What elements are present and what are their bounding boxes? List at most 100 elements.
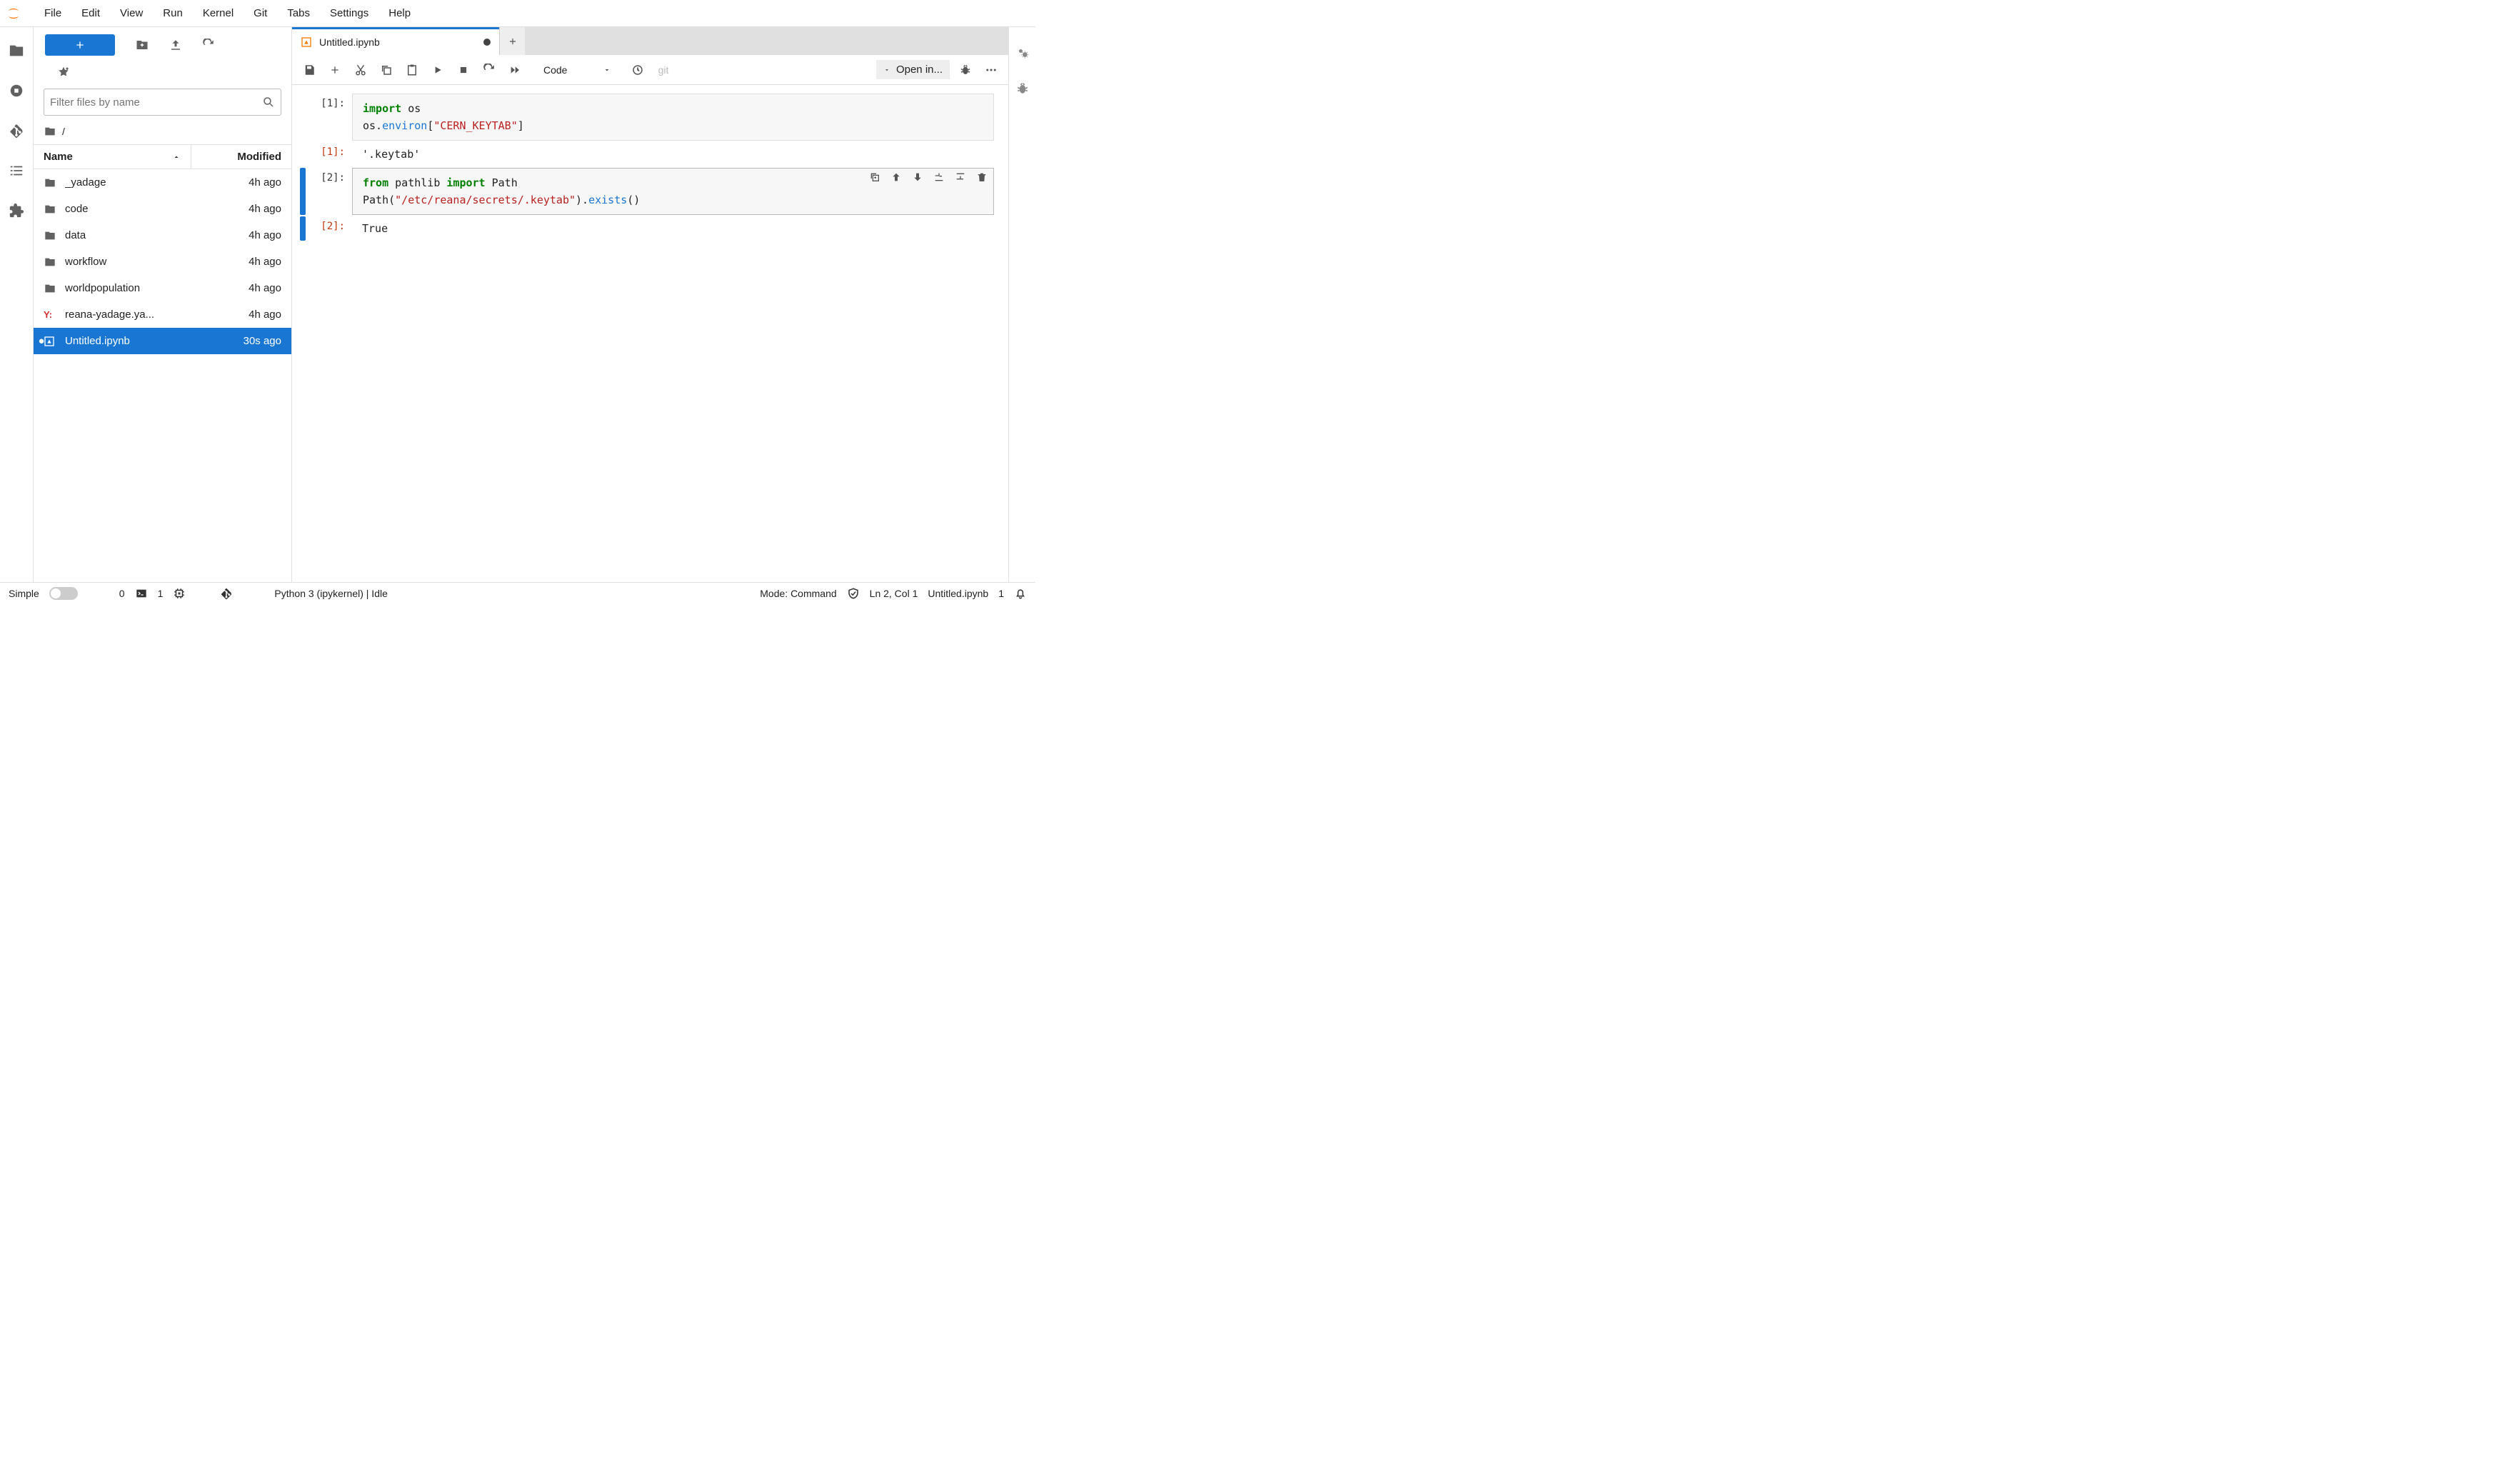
toc-icon[interactable] <box>9 163 24 179</box>
folder-icon[interactable] <box>9 43 24 59</box>
search-icon <box>262 96 275 109</box>
copy-icon[interactable] <box>376 60 396 80</box>
yaml-icon: Y: <box>44 309 58 320</box>
extensions-icon[interactable] <box>9 203 24 219</box>
main-area: Untitled.ipynb Code git <box>292 27 1008 582</box>
add-tab-button[interactable] <box>499 27 525 55</box>
file-row[interactable]: _yadage4h ago <box>34 169 291 196</box>
file-row[interactable]: workflow4h ago <box>34 249 291 275</box>
insert-below-icon[interactable] <box>955 171 966 183</box>
cursor-position: Ln 2, Col 1 <box>870 588 918 599</box>
folder-icon <box>44 230 58 241</box>
debugger-panel-icon[interactable] <box>1015 81 1030 96</box>
git-icon[interactable] <box>9 123 24 139</box>
open-in-button[interactable]: Open in... <box>876 60 950 79</box>
code-snippet-icon[interactable] <box>56 66 71 80</box>
file-name: Untitled.ipynb <box>65 335 196 347</box>
notebook-icon <box>301 36 312 48</box>
restart-run-all-icon[interactable] <box>505 60 525 80</box>
menu-settings[interactable]: Settings <box>320 4 378 22</box>
file-row[interactable]: worldpopulation4h ago <box>34 275 291 301</box>
folder-icon <box>44 177 58 189</box>
file-row[interactable]: data4h ago <box>34 222 291 249</box>
file-name: worldpopulation <box>65 282 196 294</box>
simple-mode-toggle[interactable] <box>49 587 78 600</box>
breadcrumb[interactable]: / <box>34 120 291 145</box>
run-icon[interactable] <box>428 60 448 80</box>
jupyter-logo <box>6 6 21 21</box>
code-cell[interactable]: [1]:import os os.environ["CERN_KEYTAB"] <box>298 94 994 141</box>
code-input[interactable]: import os os.environ["CERN_KEYTAB"] <box>352 94 994 141</box>
git-branch-icon[interactable] <box>220 587 233 600</box>
file-row[interactable]: ●Untitled.ipynb30s ago <box>34 328 291 354</box>
cut-icon[interactable] <box>351 60 371 80</box>
filter-files-input[interactable] <box>44 89 281 116</box>
insert-above-icon[interactable] <box>933 171 945 183</box>
trusted-icon[interactable] <box>847 587 860 600</box>
menu-git[interactable]: Git <box>244 4 277 22</box>
folder-icon <box>44 283 58 294</box>
output-prompt: [1]: <box>308 142 352 166</box>
output-prompt: [2]: <box>308 216 352 241</box>
new-folder-icon[interactable] <box>135 39 149 51</box>
notebook-body[interactable]: [1]:import os os.environ["CERN_KEYTAB"][… <box>292 85 1008 582</box>
kernel-status-icon[interactable] <box>628 60 648 80</box>
new-launcher-button[interactable] <box>45 34 115 56</box>
column-name[interactable]: Name <box>34 145 191 169</box>
menu-view[interactable]: View <box>110 4 153 22</box>
move-up-icon[interactable] <box>890 171 902 183</box>
menu-tabs[interactable]: Tabs <box>277 4 320 22</box>
input-prompt: [2]: <box>308 168 352 215</box>
activity-bar <box>0 27 34 582</box>
refresh-icon[interactable] <box>202 39 215 51</box>
tab-bar: Untitled.ipynb <box>292 27 1008 55</box>
file-modified: 4h ago <box>196 282 281 294</box>
active-doc: Untitled.ipynb <box>928 588 988 599</box>
file-row[interactable]: code4h ago <box>34 196 291 222</box>
file-browser-header: Name Modified <box>34 145 291 169</box>
kernel-status[interactable]: Python 3 (ipykernel) | Idle <box>274 588 388 599</box>
restart-icon[interactable] <box>479 60 499 80</box>
bell-icon[interactable] <box>1014 587 1027 600</box>
move-down-icon[interactable] <box>912 171 923 183</box>
sort-up-icon <box>172 153 181 161</box>
terminal-icon[interactable] <box>135 588 148 599</box>
output-text: True <box>352 216 994 241</box>
file-row[interactable]: Y:reana-yadage.ya...4h ago <box>34 301 291 328</box>
file-modified: 4h ago <box>196 203 281 215</box>
more-icon[interactable] <box>981 60 1001 80</box>
input-prompt: [1]: <box>308 94 352 141</box>
tabs-count: 0 <box>119 588 125 599</box>
cell-type-select[interactable]: Code <box>536 64 622 76</box>
upload-icon[interactable] <box>169 39 182 51</box>
breadcrumb-path: / <box>62 126 65 137</box>
menu-kernel[interactable]: Kernel <box>193 4 244 22</box>
tab-untitled-ipynb[interactable]: Untitled.ipynb <box>292 27 499 55</box>
paste-icon[interactable] <box>402 60 422 80</box>
kernel-chip-icon[interactable] <box>173 587 186 600</box>
menu-file[interactable]: File <box>34 4 71 22</box>
menu-edit[interactable]: Edit <box>71 4 110 22</box>
tab-title: Untitled.ipynb <box>319 36 380 48</box>
duplicate-icon[interactable] <box>869 171 880 183</box>
menu-run[interactable]: Run <box>153 4 193 22</box>
file-modified: 4h ago <box>196 309 281 321</box>
file-name: _yadage <box>65 176 196 189</box>
code-cell[interactable]: [2]:from pathlib import Path Path("/etc/… <box>298 168 994 215</box>
property-inspector-icon[interactable] <box>1015 46 1030 60</box>
delete-icon[interactable] <box>976 171 988 183</box>
insert-cell-icon[interactable] <box>325 60 345 80</box>
save-icon[interactable] <box>299 60 319 80</box>
file-modified: 30s ago <box>196 335 281 347</box>
running-icon[interactable] <box>9 83 24 99</box>
output-cell: [2]:True <box>298 216 994 241</box>
column-modified[interactable]: Modified <box>191 145 291 169</box>
folder-icon <box>44 256 58 268</box>
debugger-icon[interactable] <box>955 60 975 80</box>
git-label[interactable]: git <box>653 60 673 80</box>
stop-icon[interactable] <box>453 60 473 80</box>
file-name: code <box>65 203 196 215</box>
code-input[interactable]: from pathlib import Path Path("/etc/rean… <box>352 168 994 215</box>
dirty-indicator-icon <box>483 39 491 46</box>
menu-help[interactable]: Help <box>378 4 421 22</box>
